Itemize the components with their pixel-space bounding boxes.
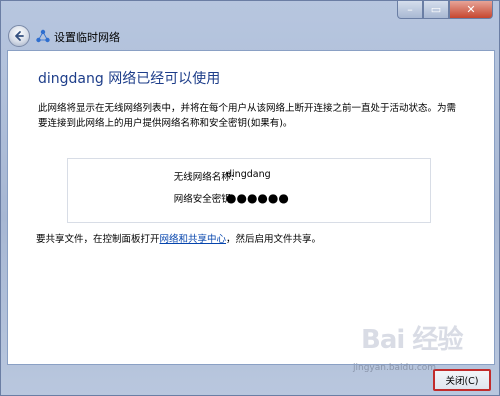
close-button[interactable]: 关闭(C) <box>433 369 491 391</box>
network-name-value: dingdang <box>226 169 271 180</box>
watermark-url: jingyan.baidu.com <box>353 363 437 373</box>
network-sharing-center-link[interactable]: 网络和共享中心 <box>160 234 227 245</box>
network-icon <box>36 29 50 43</box>
content-panel: dingdang 网络已经可以使用 此网络将显示在无线网络列表中，并将在每个用户… <box>7 50 495 365</box>
dialog-window: – ▭ ✕ 设置临时网络 dingdang 网络已经可以使用 此网络将显示在无线… <box>0 0 500 396</box>
watermark-logo: Bai 经验 <box>361 325 463 355</box>
share-text-before: 要共享文件，在控制面板打开 <box>36 234 160 245</box>
page-heading: dingdang 网络已经可以使用 <box>38 71 221 87</box>
window-title: 设置临时网络 <box>54 31 120 44</box>
share-instructions: 要共享文件，在控制面板打开网络和共享中心，然后启用文件共享。 <box>36 231 321 245</box>
network-info-box: 无线网络名称: dingdang 网络安全密钥: ●●●●●● <box>67 158 431 223</box>
share-text-after: ，然后启用文件共享。 <box>226 234 322 245</box>
caption-buttons: – ▭ ✕ <box>397 1 493 19</box>
back-arrow-icon <box>15 31 24 41</box>
back-button[interactable] <box>8 25 30 47</box>
security-key-value: ●●●●●● <box>226 191 289 205</box>
network-name-label: 无线网络名称: <box>173 172 234 183</box>
watermark: Bai 经验 <box>361 319 463 356</box>
window-close-button[interactable]: ✕ <box>449 1 493 19</box>
title-bar: – ▭ ✕ 设置临时网络 <box>1 1 499 47</box>
security-key-label: 网络安全密钥: <box>173 194 234 205</box>
maximize-button[interactable]: ▭ <box>423 1 449 19</box>
minimize-button[interactable]: – <box>397 1 423 19</box>
description-text: 此网络将显示在无线网络列表中，并将在每个用户从该网络上断开连接之前一直处于活动状… <box>38 103 457 129</box>
